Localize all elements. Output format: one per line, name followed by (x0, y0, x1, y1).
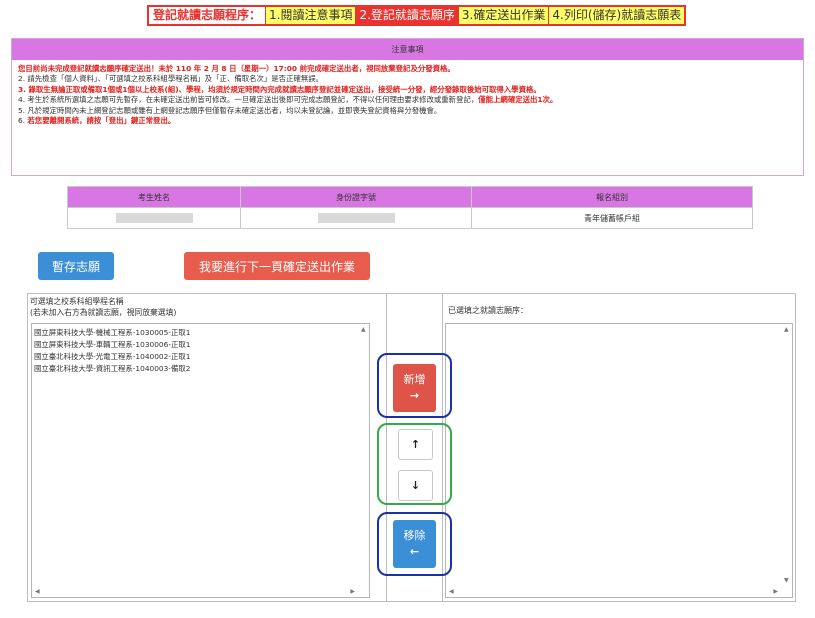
move-up-button[interactable]: ↑ (398, 429, 433, 460)
arrow-down-icon: ↓ (410, 479, 421, 492)
list-item[interactable]: 國立臺北科技大學-資訊工程系-1040003-備取2 (34, 363, 369, 375)
scroll-left-icon[interactable]: ◀ (35, 588, 40, 596)
move-down-button[interactable]: ↓ (398, 470, 433, 501)
step-4-print-form: 4.列印(儲存)就讀志願表 (548, 7, 685, 24)
step-progress-bar: 登記就讀志願程序： 1.閱讀注意事項 2.登記就讀志願序 3.確定送出作業 4.… (147, 5, 687, 26)
header-name: 考生姓名 (67, 186, 241, 208)
scroll-right-icon[interactable]: ▶ (773, 588, 778, 596)
save-draft-button[interactable]: 暫存志願 (38, 252, 114, 280)
available-programs-list[interactable]: 國立屏東科技大學-機械工程系-1030005-正取1 國立屏東科技大學-車輛工程… (31, 323, 370, 598)
arrow-right-icon: → (409, 389, 420, 402)
header-id-number: 身份證字號 (240, 186, 472, 208)
arrow-up-icon: ↑ (410, 438, 421, 451)
candidate-info-table: 考生姓名 身份證字號 報名組別 青年儲蓄帳戶組 (67, 186, 753, 229)
right-panel-title: 已選填之就讀志願序： (448, 306, 528, 315)
left-panel-title: 可選填之校系科組學程名稱 (30, 297, 124, 306)
left-panel-header: 可選填之校系科組學程名稱 (若未加入右方為就讀志願，視同放棄選填) (30, 296, 176, 318)
vertical-scrollbar[interactable]: ▲ ▼ (782, 324, 792, 587)
horizontal-scrollbar[interactable]: ◀ ▶ (32, 587, 369, 597)
next-page-confirm-button[interactable]: 我要進行下一頁確定送出作業 (184, 252, 370, 280)
scroll-up-icon[interactable]: ▲ (784, 326, 789, 334)
notice-list: 您目前尚未完成登記就讀志願序確定送出！未於 110 年 2 月 8 日（星期一）… (12, 64, 803, 126)
step-3-confirm-submit: 3.確定送出作業 (457, 7, 549, 24)
left-panel-hint: (若未加入右方為就讀志願，視同放棄選填) (30, 308, 177, 317)
arrow-left-icon: ← (409, 545, 420, 558)
list-item[interactable]: 國立臺北科技大學-光電工程系-1040002-正取1 (34, 351, 369, 363)
selected-preferences-list[interactable]: ▲ ▼ ◀ ▶ (445, 323, 793, 598)
steps-lead-label: 登記就讀志願程序： (153, 8, 262, 22)
header-group: 報名組別 (471, 186, 753, 208)
cell-id-number (240, 207, 472, 229)
cell-group: 青年儲蓄帳戶組 (471, 207, 753, 229)
notice-item-6: 6. 若您要離開系統，請按「登出」鍵正常登出。 (18, 116, 176, 126)
add-button[interactable]: 新增 → (393, 364, 436, 412)
step-2-register-order: 2.登記就讀志願序 (355, 7, 458, 24)
remove-button-label: 移除 (403, 529, 426, 542)
notice-title: 注意事項 (12, 39, 803, 60)
notice-item-4: 4. 考生於系統所選填之志願可先暫存，在未確定送出前皆可修改。一旦確定送出後即可… (18, 95, 558, 105)
redacted-id (317, 213, 395, 223)
horizontal-scrollbar[interactable]: ◀ ▶ (446, 587, 792, 597)
notice-item-2: 2. 請先檢查「個人資料」、「可選填之校系科組學程名稱」及「正、備取名次」是否正… (18, 74, 324, 84)
add-button-label: 新增 (403, 373, 426, 386)
scroll-up-icon[interactable]: ▲ (361, 326, 366, 334)
step-1-read-notice: 1.閱讀注意事項 (265, 7, 356, 24)
notice-item-3: 3. 錄取生無論正取或備取1個或1個以上校系(組)、學程，均須於規定時間內完成就… (18, 84, 541, 94)
scroll-left-icon[interactable]: ◀ (449, 588, 454, 596)
notice-panel: 注意事項 您目前尚未完成登記就讀志願序確定送出！未於 110 年 2 月 8 日… (11, 38, 804, 176)
cell-name (67, 207, 241, 229)
scroll-down-icon[interactable]: ▼ (784, 577, 789, 585)
redacted-name (115, 213, 193, 223)
scroll-right-icon[interactable]: ▶ (350, 588, 355, 596)
vertical-scrollbar[interactable]: ▲ (359, 324, 369, 587)
list-item[interactable]: 國立屏東科技大學-機械工程系-1030005-正取1 (34, 327, 369, 339)
list-item[interactable]: 國立屏東科技大學-車輛工程系-1030006-正取1 (34, 339, 369, 351)
notice-item-1: 您目前尚未完成登記就讀志願序確定送出！未於 110 年 2 月 8 日（星期一）… (18, 64, 455, 73)
notice-item-5: 5. 凡於規定時間內未上網登記志願或雖有上網登記志願序但僅暫存未確定送出者，均以… (18, 105, 442, 115)
remove-button[interactable]: 移除 ← (393, 520, 436, 568)
